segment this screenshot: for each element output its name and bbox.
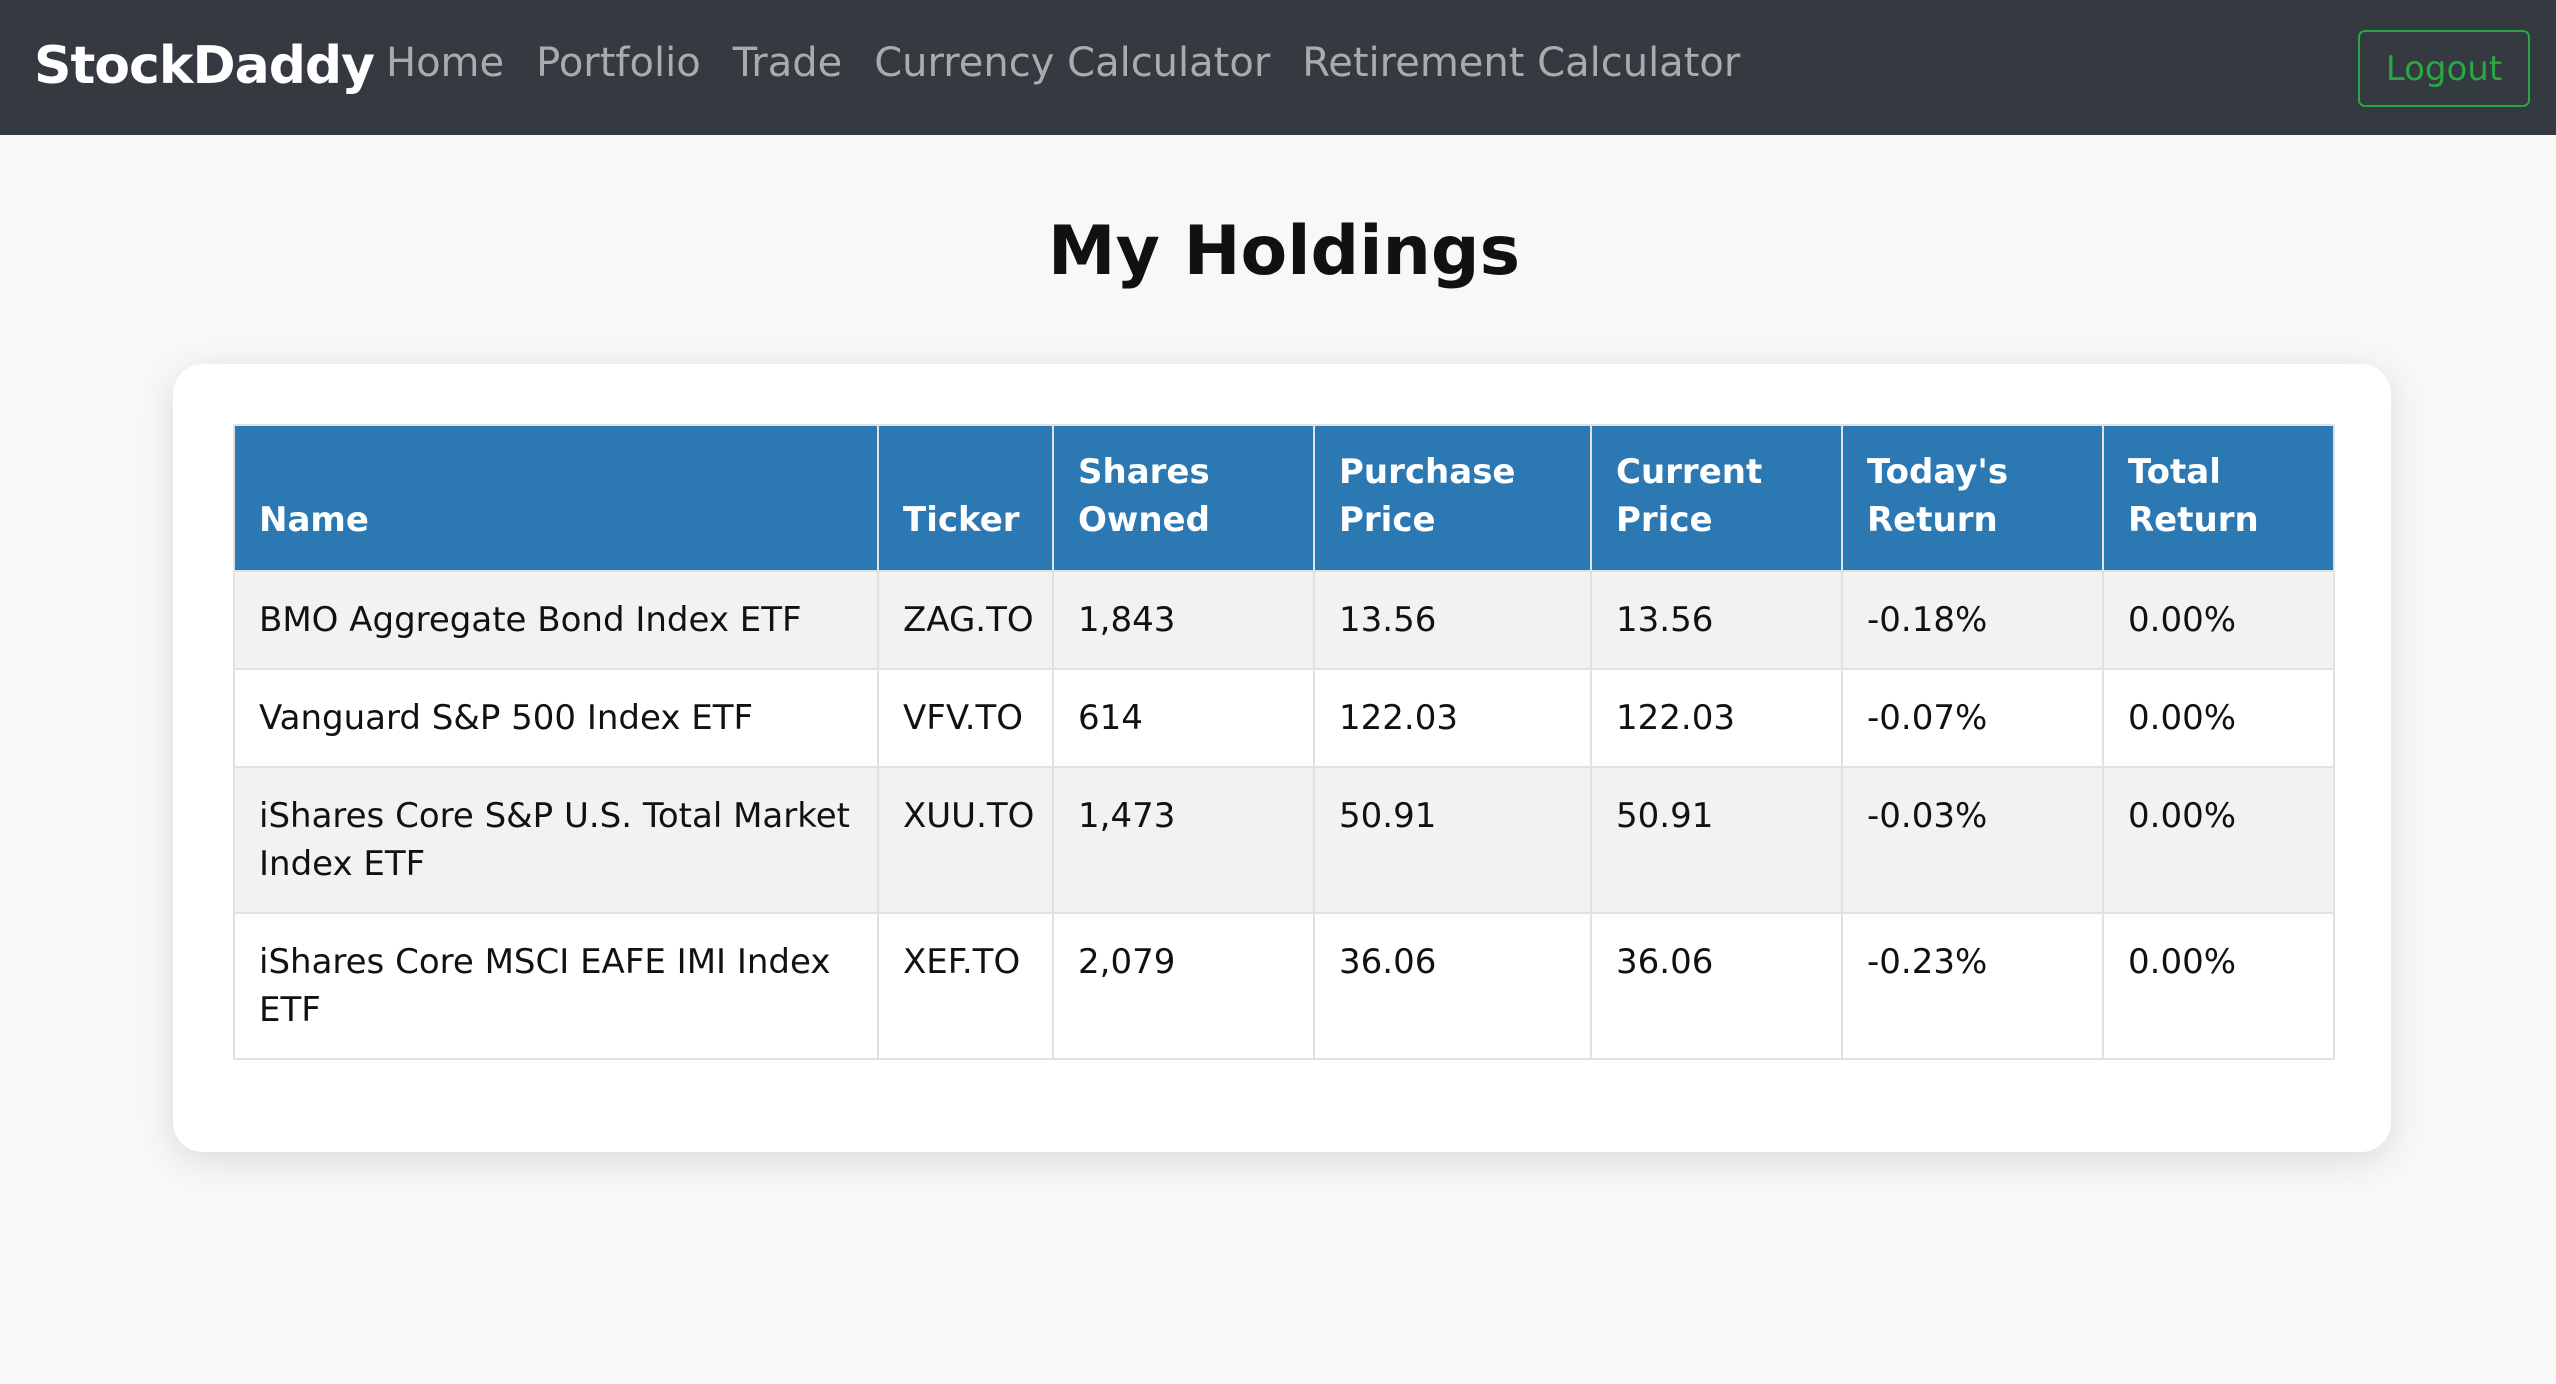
nav-link-currency-calculator[interactable]: Currency Calculator — [874, 40, 1270, 86]
cell-shares-owned: 614 — [1052, 668, 1315, 768]
nav-link-retirement-calculator[interactable]: Retirement Calculator — [1302, 40, 1740, 86]
header-purchase-price: Purchase Price — [1313, 424, 1592, 572]
nav-link-trade[interactable]: Trade — [733, 40, 843, 86]
cell-name: BMO Aggregate Bond Index ETF — [233, 570, 879, 670]
cell-shares-owned: 2,079 — [1052, 912, 1315, 1060]
cell-shares-owned: 1,473 — [1052, 766, 1315, 914]
table-row: Vanguard S&P 500 Index ETF VFV.TO 614 12… — [233, 668, 2335, 768]
cell-purchase-price: 36.06 — [1313, 912, 1592, 1060]
cell-total-return: 0.00% — [2102, 668, 2335, 768]
holdings-card: Name Ticker Shares Owned Purchase Price … — [173, 364, 2391, 1152]
page-title: My Holdings — [1047, 212, 1521, 291]
cell-name: Vanguard S&P 500 Index ETF — [233, 668, 879, 768]
nav-links: Home Portfolio Trade Currency Calculator… — [386, 40, 1740, 86]
header-current-price: Current Price — [1590, 424, 1843, 572]
cell-todays-return: -0.07% — [1841, 668, 2104, 768]
cell-current-price: 13.56 — [1590, 570, 1843, 670]
header-ticker: Ticker — [877, 424, 1054, 572]
header-shares-owned: Shares Owned — [1052, 424, 1315, 572]
brand-logo[interactable]: StockDaddy — [34, 36, 375, 96]
cell-purchase-price: 50.91 — [1313, 766, 1592, 914]
cell-todays-return: -0.18% — [1841, 570, 2104, 670]
cell-ticker: XEF.TO — [877, 912, 1054, 1060]
cell-todays-return: -0.23% — [1841, 912, 2104, 1060]
cell-current-price: 36.06 — [1590, 912, 1843, 1060]
top-navbar: StockDaddy Home Portfolio Trade Currency… — [0, 0, 2556, 135]
table-header-row: Name Ticker Shares Owned Purchase Price … — [233, 424, 2335, 572]
cell-purchase-price: 122.03 — [1313, 668, 1592, 768]
logout-button[interactable]: Logout — [2358, 30, 2530, 107]
table-row: iShares Core MSCI EAFE IMI Index ETF XEF… — [233, 912, 2335, 1060]
holdings-table: Name Ticker Shares Owned Purchase Price … — [233, 424, 2335, 1060]
cell-shares-owned: 1,843 — [1052, 570, 1315, 670]
cell-total-return: 0.00% — [2102, 766, 2335, 914]
nav-link-portfolio[interactable]: Portfolio — [536, 40, 701, 86]
cell-ticker: VFV.TO — [877, 668, 1054, 768]
header-name: Name — [233, 424, 879, 572]
cell-ticker: XUU.TO — [877, 766, 1054, 914]
cell-purchase-price: 13.56 — [1313, 570, 1592, 670]
table-row: iShares Core S&P U.S. Total Market Index… — [233, 766, 2335, 914]
header-todays-return: Today's Return — [1841, 424, 2104, 572]
cell-current-price: 50.91 — [1590, 766, 1843, 914]
cell-current-price: 122.03 — [1590, 668, 1843, 768]
table-row: BMO Aggregate Bond Index ETF ZAG.TO 1,84… — [233, 570, 2335, 670]
nav-link-home[interactable]: Home — [386, 40, 504, 86]
cell-todays-return: -0.03% — [1841, 766, 2104, 914]
cell-name: iShares Core S&P U.S. Total Market Index… — [233, 766, 879, 914]
cell-total-return: 0.00% — [2102, 912, 2335, 1060]
cell-name: iShares Core MSCI EAFE IMI Index ETF — [233, 912, 879, 1060]
header-total-return: Total Return — [2102, 424, 2335, 572]
cell-total-return: 0.00% — [2102, 570, 2335, 670]
cell-ticker: ZAG.TO — [877, 570, 1054, 670]
